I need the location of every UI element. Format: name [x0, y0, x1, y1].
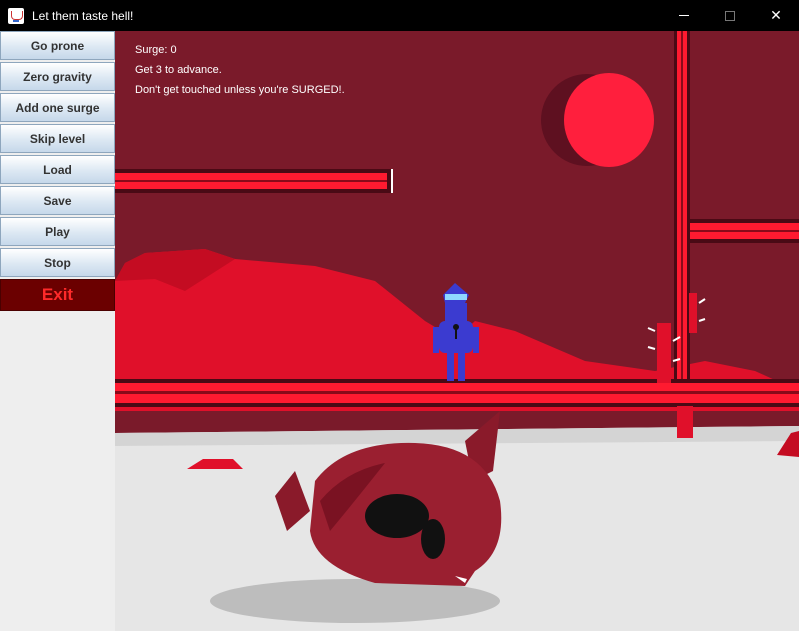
- window-title: Let them taste hell!: [32, 8, 134, 23]
- app-window: Let them taste hell! ✕ Go prone Zero gra…: [0, 0, 799, 631]
- game-hud: Surge: 0 Get 3 to advance. Don't get tou…: [135, 40, 345, 100]
- load-button[interactable]: Load: [0, 155, 115, 184]
- moon: [541, 73, 654, 167]
- minimize-icon: [679, 15, 689, 16]
- vertical-pillar: [674, 31, 690, 381]
- add-one-surge-button[interactable]: Add one surge: [0, 93, 115, 122]
- zero-gravity-button[interactable]: Zero gravity: [0, 62, 115, 91]
- game-canvas[interactable]: Surge: 0 Get 3 to advance. Don't get tou…: [115, 31, 799, 631]
- surge-counter: Surge: 0: [135, 44, 177, 56]
- close-icon: ✕: [770, 7, 782, 23]
- game-scene: [115, 31, 799, 631]
- exit-button[interactable]: Exit: [0, 279, 115, 311]
- control-sidebar: Go prone Zero gravity Add one surge Skip…: [0, 31, 115, 631]
- maximize-icon: [725, 10, 735, 21]
- title-bar: Let them taste hell! ✕: [0, 0, 799, 31]
- go-prone-button[interactable]: Go prone: [0, 31, 115, 60]
- play-button[interactable]: Play: [0, 217, 115, 246]
- close-button[interactable]: ✕: [753, 0, 799, 31]
- window-controls: ✕: [661, 0, 799, 31]
- right-ledge-platform: [690, 219, 799, 243]
- skip-level-button[interactable]: Skip level: [0, 124, 115, 153]
- upper-left-platform: [115, 169, 393, 193]
- main-floor-platform: [115, 379, 799, 407]
- maximize-button[interactable]: [707, 0, 753, 31]
- stop-button[interactable]: Stop: [0, 248, 115, 277]
- minimize-button[interactable]: [661, 0, 707, 31]
- java-cup-icon: [8, 7, 24, 24]
- goal-text: Get 3 to advance.: [135, 64, 222, 76]
- warning-text: Don't get touched unless you're SURGED!.: [135, 84, 345, 96]
- save-button[interactable]: Save: [0, 186, 115, 215]
